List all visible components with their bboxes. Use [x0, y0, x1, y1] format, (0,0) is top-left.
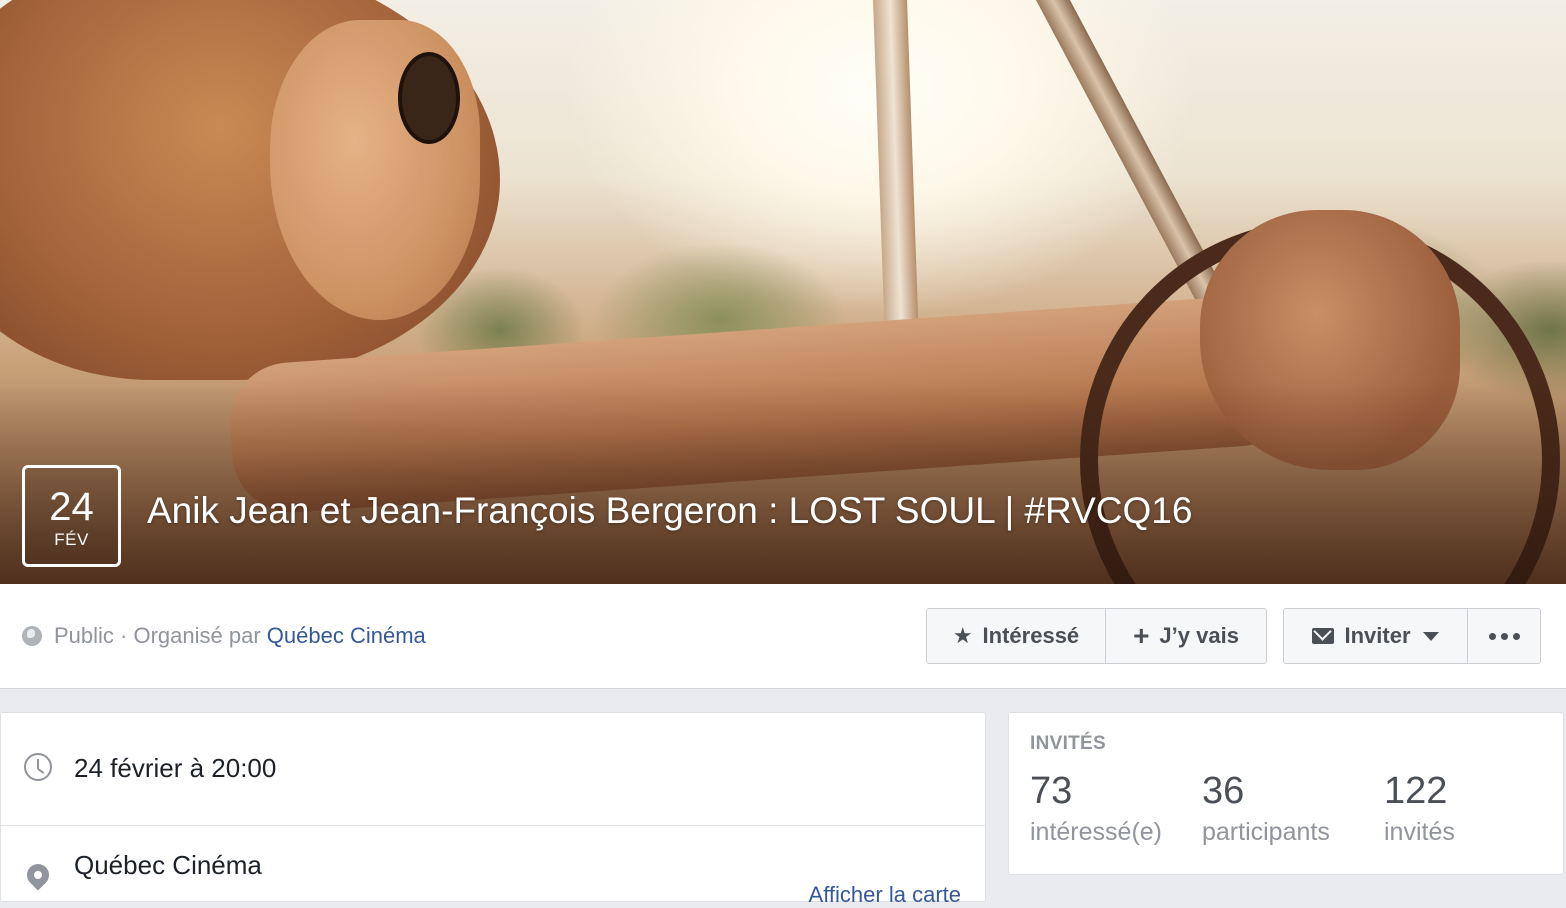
event-date-day: 24: [49, 485, 94, 529]
chevron-down-icon: [1422, 631, 1439, 641]
going-label: J’y vais: [1159, 623, 1239, 648]
guest-stat-label: invités: [1384, 818, 1455, 846]
more-dots-icon: [1488, 632, 1520, 640]
guest-stat-value: 73: [1030, 770, 1073, 812]
going-button[interactable]: + J’y vais: [1105, 609, 1266, 663]
interested-button[interactable]: ★ Intéressé: [927, 609, 1105, 663]
event-location-row: Québec Cinéma Afficher la carte: [1, 826, 985, 908]
guest-stat-value: 36: [1202, 770, 1245, 812]
event-location[interactable]: Québec Cinéma: [74, 850, 262, 881]
plus-icon: +: [1133, 620, 1150, 651]
cover-sunglasses: [398, 52, 460, 144]
invite-label: Inviter: [1344, 623, 1411, 648]
guest-stat-going[interactable]: 36 participants: [1202, 769, 1330, 849]
meta-separator: ·: [113, 623, 134, 648]
privacy-label: Public: [54, 623, 114, 648]
rsvp-button-group: ★ Intéressé + J’y vais: [926, 608, 1267, 664]
event-details-card: 24 février à 20:00 Québec Cinéma Affiche…: [0, 712, 986, 907]
more-options-button[interactable]: [1467, 609, 1540, 663]
location-pin-icon: [22, 859, 54, 891]
interested-label: Intéressé: [982, 623, 1080, 648]
guest-stat-interested[interactable]: 73 intéressé(e): [1030, 769, 1162, 849]
guest-stat-label: intéressé(e): [1030, 818, 1162, 846]
guest-stat-label: participants: [1202, 818, 1330, 846]
envelope-icon: [1312, 628, 1335, 644]
clock-icon: [24, 753, 52, 781]
organizer-link[interactable]: Québec Cinéma: [267, 623, 426, 648]
event-date-badge: 24 FÉV: [22, 465, 121, 567]
guests-card: INVITÉS 73 intéressé(e) 36 participants …: [1008, 712, 1564, 875]
star-icon: ★: [952, 623, 973, 648]
cover-shade-overlay: [0, 380, 1566, 584]
guests-heading: INVITÉS: [1030, 733, 1107, 754]
event-date-month: FÉV: [54, 530, 89, 549]
invite-button[interactable]: Inviter: [1284, 609, 1467, 663]
show-map-link[interactable]: Afficher la carte: [809, 882, 961, 908]
event-datetime: 24 février à 20:00: [74, 753, 277, 783]
event-title: Anik Jean et Jean-François Bergeron : LO…: [147, 490, 1193, 531]
guest-stat-invited[interactable]: 122 invités: [1384, 769, 1455, 849]
event-datetime-row: 24 février à 20:00: [1, 713, 985, 826]
globe-icon: [22, 626, 42, 646]
cover-photo[interactable]: 24 FÉV Anik Jean et Jean-François Berger…: [0, 0, 1566, 584]
invite-button-group: Inviter: [1283, 608, 1541, 664]
guest-stat-value: 122: [1384, 770, 1448, 812]
organized-by-label: Organisé par: [133, 623, 267, 648]
event-meta: Public · Organisé par Québec Cinéma: [22, 622, 426, 650]
